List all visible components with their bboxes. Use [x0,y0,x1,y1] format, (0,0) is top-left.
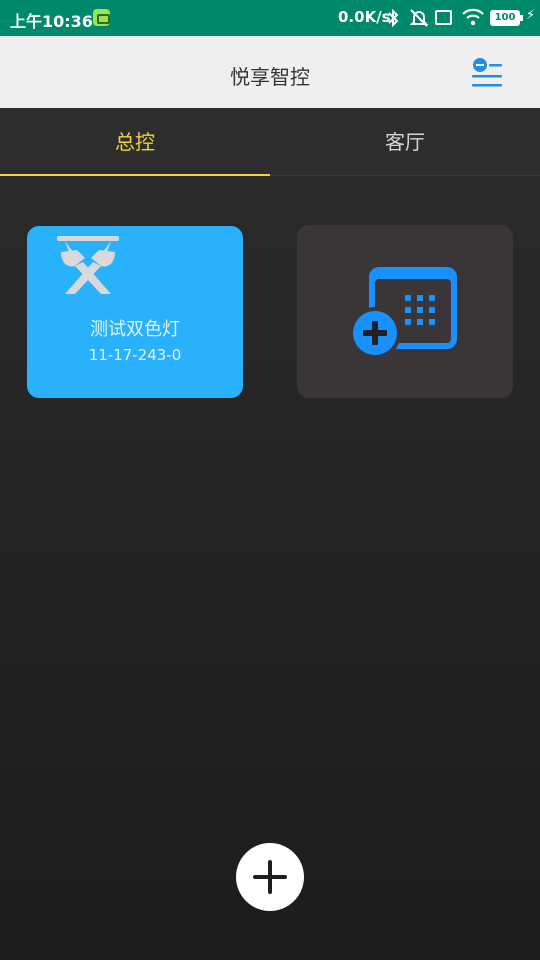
app-header: 悦享智控 [0,36,540,108]
add-button[interactable] [236,843,304,911]
app-notification-icon [93,9,110,26]
calendar-add-icon [349,267,457,359]
page-title: 悦享智控 [230,65,310,89]
status-bar: 上午10:36 0.0K/s 100 ⚡ [0,0,540,36]
lamp-icon [57,236,119,294]
bluetooth-icon [388,8,399,28]
network-speed: 0.0K/s [338,8,391,26]
device-card[interactable]: 测试双色灯 11-17-243-0 [27,226,243,398]
battery-icon: 100 [490,10,523,26]
list-menu-icon[interactable] [470,56,504,90]
tab-bar: 总控 客厅 [0,108,540,177]
device-code: 11-17-243-0 [88,346,182,364]
device-name: 测试双色灯 [90,319,180,340]
tab-all-control[interactable]: 总控 [0,108,270,177]
bell-muted-icon [409,9,429,27]
status-time: 上午10:36 [10,12,93,31]
tab-living-room[interactable]: 客厅 [270,108,540,176]
device-grid: 测试双色灯 11-17-243-0 [0,176,540,960]
wifi-icon [462,8,484,26]
charging-icon: ⚡ [526,8,536,23]
add-device-card[interactable] [297,225,513,398]
sim-off-icon [435,10,452,25]
